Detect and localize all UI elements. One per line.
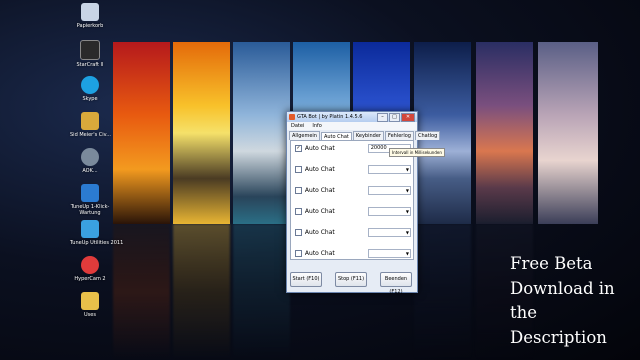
wallpaper-panel [476,42,533,224]
tab-chatlog[interactable]: Chatlog [414,131,441,140]
auto-chat-label: Auto Chat [304,229,335,236]
start-button[interactable]: Start (F10) [290,272,322,287]
chevron-down-icon: ▼ [405,230,409,235]
window-titlebar[interactable]: GTA Bot | by Platin 1.4.5.6 – □ ✕ [287,112,417,122]
desktop-icon-label: Skype [82,96,98,102]
desktop-icon-recycle-bin[interactable]: Papierkorb [70,3,110,29]
auto-chat-label: Auto Chat [304,145,335,152]
wallpaper-reflection [233,224,290,360]
promo-line: the [510,303,538,322]
tab-allgemein[interactable]: Allgemein [289,131,320,140]
auto-chat-row: Auto Chat ▼ [295,207,411,216]
recycle-bin-icon [81,3,99,21]
desktop-icon-hypercam[interactable]: HyperCam 2 [70,256,110,282]
chevron-down-icon: ▼ [405,167,409,172]
desktop-icon-label: Sid Meier's Civ... [70,132,112,138]
auto-chat-row: Auto Chat ▼ [295,165,411,174]
auto-chat-row: Auto Chat ▼ [295,249,411,258]
wallpaper-panel [233,42,290,224]
menu-bar: Datei Info [287,122,417,130]
auto-chat-panel: ✓ Auto Chat 20000 Auto Chat ▼ Auto Chat … [290,140,414,260]
desktop-icon-label: Papierkorb [76,23,104,29]
auto-chat-label: Auto Chat [304,208,335,215]
chevron-down-icon: ▼ [405,209,409,214]
chevron-down-icon: ▼ [405,251,409,256]
chevron-down-icon: ▼ [405,188,409,193]
wallpaper-panel [538,42,598,224]
tab-fehlerlog[interactable]: Fehlerlog [384,131,414,140]
menu-datei[interactable]: Datei [291,123,304,129]
desktop-icon-tuneup-1klick[interactable]: TuneUp 1-Klick-Wartung [70,184,110,216]
auto-chat-label: Auto Chat [304,166,335,173]
desktop-icon-label: HyperCam 2 [74,276,106,282]
window-title: GTA Bot | by Platin 1.4.5.6 [297,114,363,120]
disc-icon [81,148,99,166]
folder-icon [81,112,99,130]
menu-info[interactable]: Info [312,123,321,129]
auto-chat-checkbox[interactable]: ✓ [295,145,302,152]
exit-button[interactable]: Beenden (F12) [380,272,412,295]
auto-chat-checkbox[interactable] [295,229,302,236]
gta-bot-window: GTA Bot | by Platin 1.4.5.6 – □ ✕ Datei … [286,111,441,295]
desktop-icons: Papierkorb StarCraft II Skype Sid Meier'… [70,0,124,360]
auto-chat-checkbox[interactable] [295,187,302,194]
tuneup-utilities-icon [81,220,99,238]
desktop-icon-label: StarCraft II [76,62,104,68]
starcraft-icon [80,40,100,60]
auto-chat-row: Auto Chat ▼ [295,228,411,237]
desktop-icon-label: TuneUp 1-Klick-Wartung [70,204,110,216]
interval-dropdown[interactable]: ▼ [367,186,411,195]
desktop-icon-label: Uses [84,312,96,318]
close-button[interactable]: ✕ [401,112,415,122]
wallpaper-panel [173,42,230,224]
desktop-icon-civ[interactable]: Sid Meier's Civ... [70,112,112,138]
minimize-button[interactable]: – [377,112,388,122]
auto-chat-checkbox[interactable] [295,208,302,215]
interval-dropdown[interactable]: ▼ [367,165,411,174]
interval-value: 20000 [370,145,387,151]
promo-line: Download in [510,278,615,298]
folder-icon [81,292,99,310]
button-bar: Start (F10) Stop (F11) Beenden (F12) [290,272,412,295]
tuneup-icon [81,184,99,202]
tab-keybinder[interactable]: Keybinder [352,131,384,140]
auto-chat-label: Auto Chat [304,187,335,194]
tab-strip: Allgemein Auto Chat Keybinder Fehlerlog … [287,131,441,141]
skype-icon [81,76,99,94]
wallpaper-reflection [173,224,230,360]
wallpaper-reflection [414,224,471,360]
promo-line: Free Beta [510,254,593,273]
stop-button[interactable]: Stop (F11) [335,272,367,287]
auto-chat-label: Auto Chat [304,250,335,257]
desktop-icon-tuneup-utilities[interactable]: TuneUp Utilities 2011 [70,220,124,246]
desktop-icon-uses[interactable]: Uses [70,292,110,318]
app-icon [289,114,295,120]
desktop-icon-skype[interactable]: Skype [70,76,110,102]
auto-chat-checkbox[interactable] [295,166,302,173]
promo-line: Description [510,327,607,347]
auto-chat-checkbox[interactable] [295,250,302,257]
desktop-icon-starcraft[interactable]: StarCraft II [70,40,110,68]
interval-tooltip: Intervall in Millisekunden [389,148,445,157]
desktop-icon-aok[interactable]: AOK... [70,148,110,174]
desktop-icon-label: AOK... [82,168,98,174]
interval-dropdown[interactable]: ▼ [367,207,411,216]
interval-dropdown[interactable]: ▼ [367,249,411,258]
maximize-button[interactable]: □ [389,112,400,122]
interval-dropdown[interactable]: ▼ [367,228,411,237]
auto-chat-row: Auto Chat ▼ [295,186,411,195]
hypercam-icon [81,256,99,274]
wallpaper-panel [113,42,170,224]
promo-text: Free Beta Download in the Description [510,252,635,350]
desktop-icon-label: TuneUp Utilities 2011 [70,240,124,246]
